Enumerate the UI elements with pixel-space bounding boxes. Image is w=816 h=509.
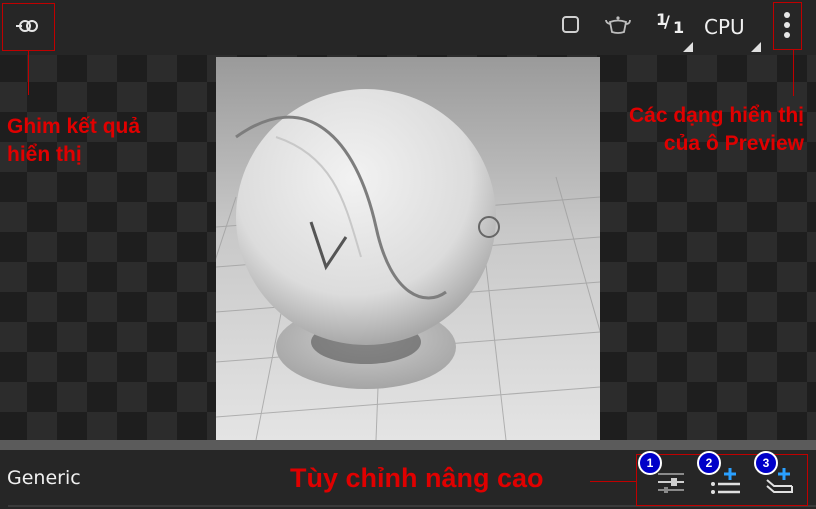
engine-dropdown-corner: [751, 42, 761, 52]
badge-2: 2: [697, 451, 721, 475]
material-type-label: Generic: [7, 467, 81, 489]
panel-divider[interactable]: [0, 440, 816, 450]
resolution-denominator: 1: [673, 18, 685, 37]
teapot-icon: [605, 16, 631, 34]
views-annotation-line1: Các dạng hiển thị: [628, 104, 804, 127]
pin-annotation-box: [2, 3, 55, 51]
square-icon: [562, 16, 579, 33]
badge-1: 1: [638, 451, 662, 475]
advanced-annotation-text: Tùy chỉnh nâng cao: [290, 463, 544, 493]
resolution-slash: /: [664, 12, 670, 31]
preview-sphere: [236, 89, 496, 345]
views-annotation-line: [793, 49, 794, 96]
views-annotation-box: [773, 2, 802, 50]
material-preview-image: [216, 57, 600, 440]
views-annotation-text: Các dạng hiển thị của ô Preview: [629, 102, 804, 158]
resolution-dropdown-corner: [683, 42, 693, 52]
pin-annotation-line: [28, 50, 29, 95]
preview-render: [216, 89, 600, 440]
pin-annotation-line1: Ghim kết quả: [7, 115, 141, 138]
advanced-annotation-line: [590, 481, 637, 482]
adjust-settings-button[interactable]: [654, 468, 688, 496]
engine-dropdown[interactable]: CPU: [704, 15, 745, 39]
scene-button[interactable]: [604, 13, 632, 37]
views-annotation-line2: của ô Preview: [663, 132, 804, 155]
sliders-icon: [658, 473, 684, 493]
render-region-button[interactable]: [561, 15, 581, 35]
pin-annotation-text: Ghim kết quả hiển thị: [7, 113, 140, 169]
pin-annotation-line2: hiển thị: [7, 143, 82, 166]
badge-3: 3: [754, 451, 778, 475]
